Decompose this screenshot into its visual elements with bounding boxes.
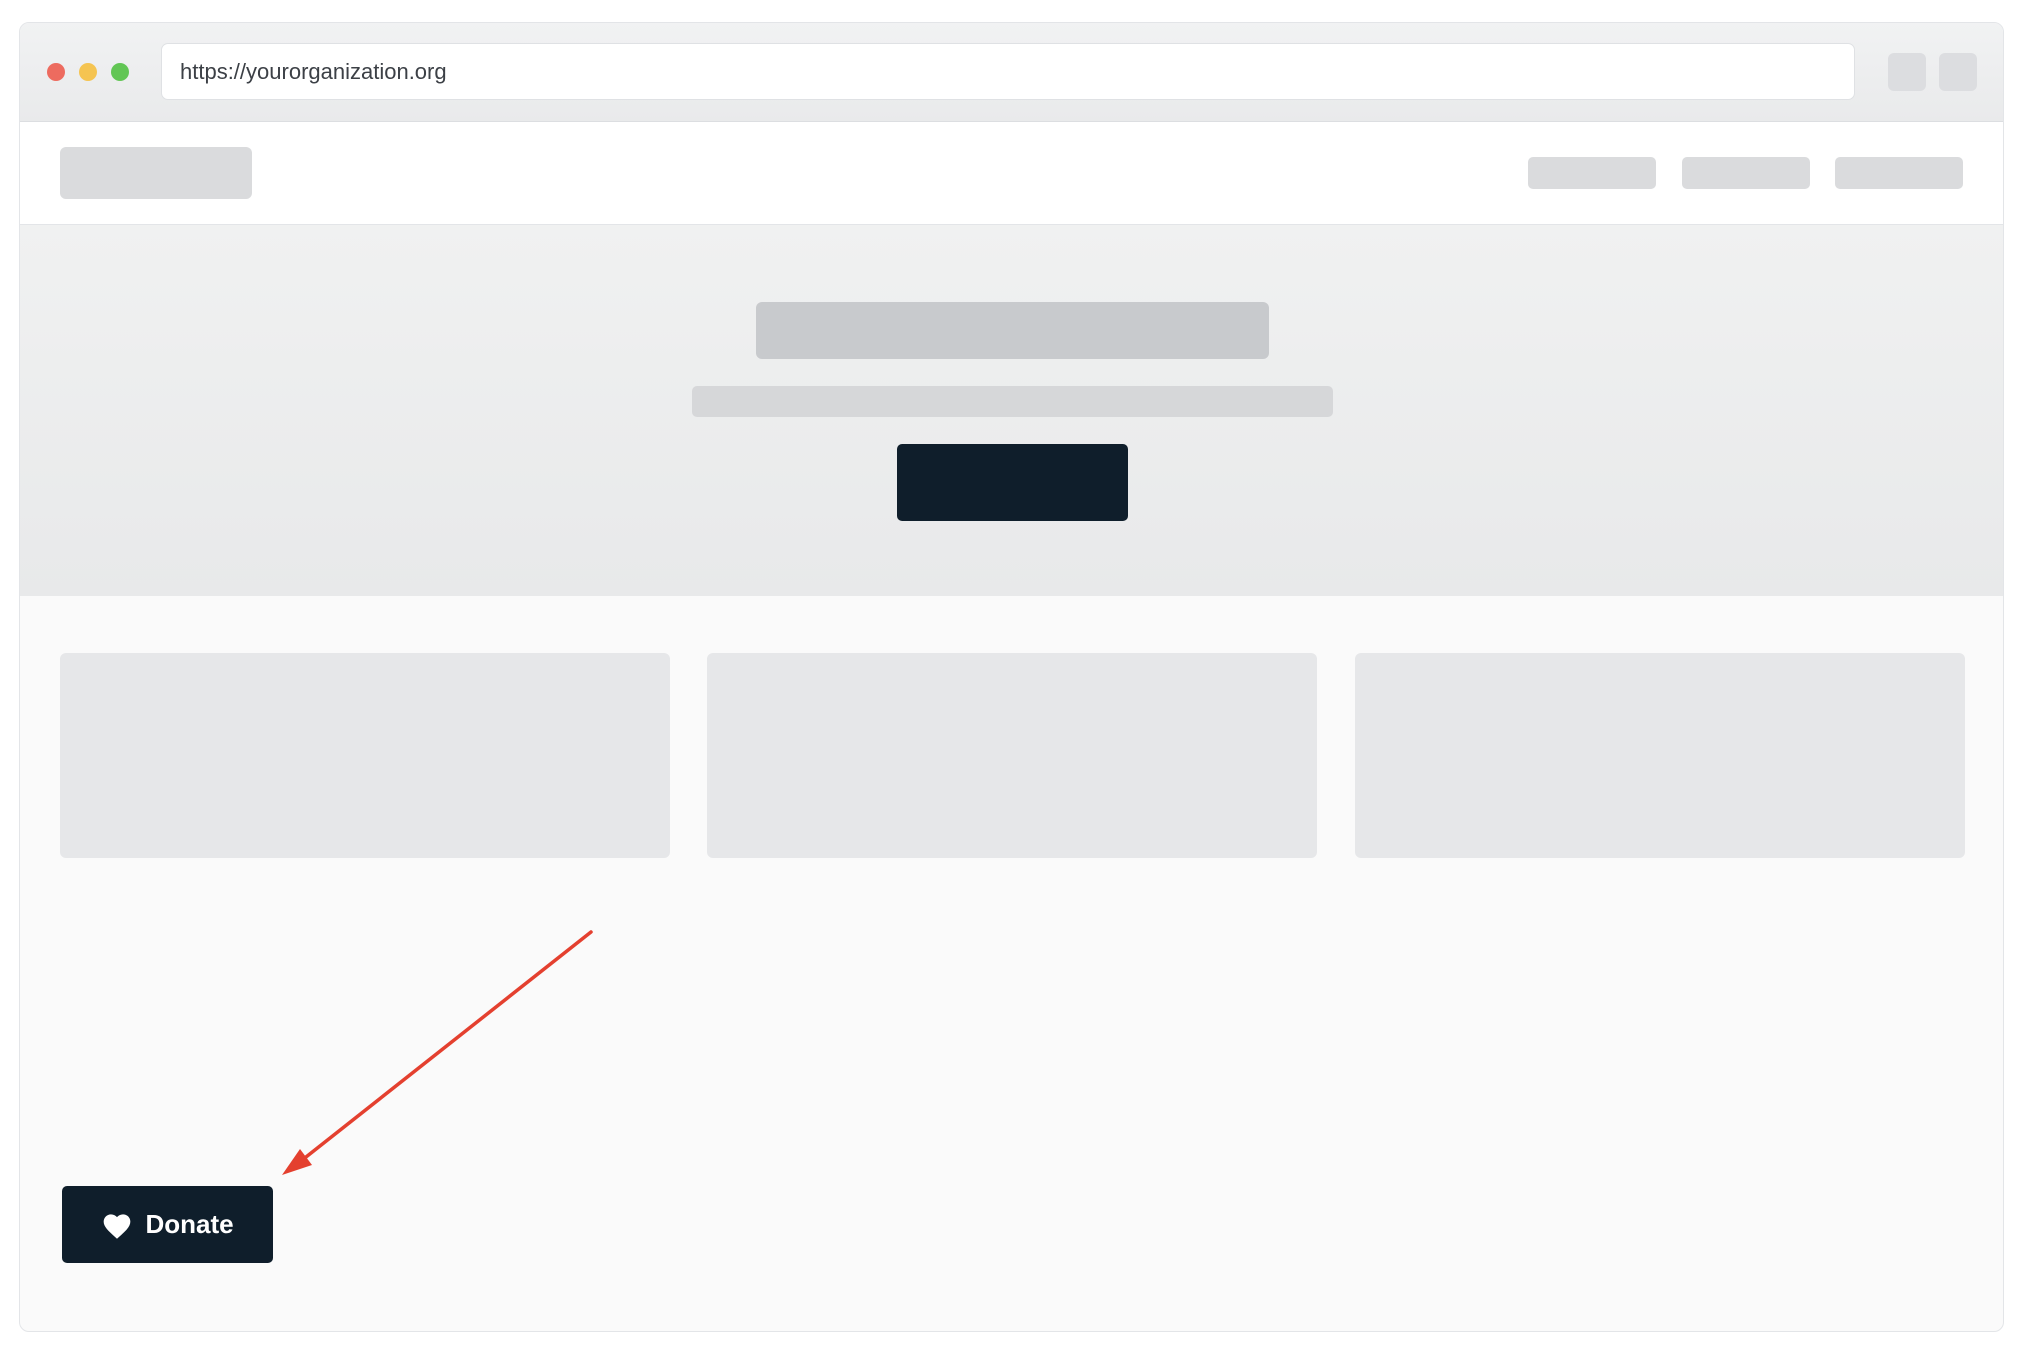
browser-window: https://yourorganization.org Donate: [19, 22, 2004, 1332]
browser-toolbar: https://yourorganization.org: [20, 23, 2003, 122]
donate-button[interactable]: Donate: [62, 1186, 273, 1263]
hero-title-placeholder: [756, 302, 1269, 359]
hero-section: [20, 225, 2003, 596]
content-card-placeholder-3: [1355, 653, 1965, 858]
minimize-window-button[interactable]: [79, 63, 97, 81]
url-text: https://yourorganization.org: [180, 58, 447, 84]
maximize-window-button[interactable]: [111, 63, 129, 81]
site-header: [20, 122, 2003, 225]
close-window-button[interactable]: [47, 63, 65, 81]
toolbar-button-2[interactable]: [1939, 53, 1977, 91]
toolbar-button-1[interactable]: [1888, 53, 1926, 91]
content-card-placeholder-2: [707, 653, 1317, 858]
heart-icon: [101, 1210, 133, 1240]
nav-link-placeholder-3[interactable]: [1835, 157, 1963, 189]
content-card-placeholder-1: [60, 653, 670, 858]
nav-link-placeholder-2[interactable]: [1682, 157, 1810, 189]
hero-subtitle-placeholder: [692, 386, 1333, 417]
address-bar[interactable]: https://yourorganization.org: [161, 43, 1855, 100]
donate-button-label: Donate: [145, 1209, 234, 1239]
arrow-head: [282, 1149, 312, 1175]
nav-link-placeholder-1[interactable]: [1528, 157, 1656, 189]
logo-placeholder: [60, 147, 252, 199]
hero-cta-button[interactable]: [897, 444, 1128, 521]
arrow-line: [304, 930, 593, 1159]
